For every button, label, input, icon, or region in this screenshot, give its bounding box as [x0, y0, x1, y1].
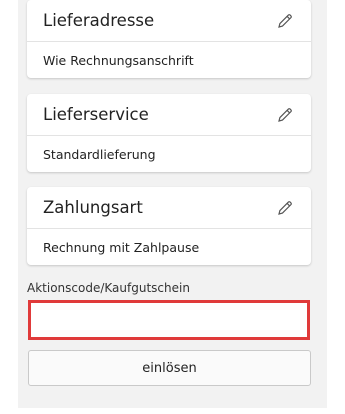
card-delivery-address: Lieferadresse Wie Rechnungsanschrift [27, 0, 311, 78]
card-title: Zahlungsart [43, 198, 143, 217]
card-header: Lieferservice [27, 94, 311, 136]
card-value: Wie Rechnungsanschrift [43, 52, 194, 68]
redeem-button[interactable]: einlösen [28, 350, 311, 386]
card-value: Rechnung mit Zahlpause [43, 239, 200, 255]
card-title: Lieferadresse [43, 11, 155, 30]
pencil-icon[interactable] [275, 11, 295, 31]
card-value: Standardlieferung [43, 146, 156, 162]
card-payment-method: Zahlungsart Rechnung mit Zahlpause [27, 187, 311, 265]
promo-code-input[interactable] [28, 300, 310, 340]
card-header: Zahlungsart [27, 187, 311, 229]
promo-code-label: Aktionscode/Kaufgutschein [27, 281, 190, 295]
card-title: Lieferservice [43, 105, 149, 124]
pencil-icon[interactable] [275, 198, 295, 218]
card-header: Lieferadresse [27, 0, 311, 42]
pencil-icon[interactable] [275, 105, 295, 125]
card-delivery-service: Lieferservice Standardlieferung [27, 94, 311, 172]
